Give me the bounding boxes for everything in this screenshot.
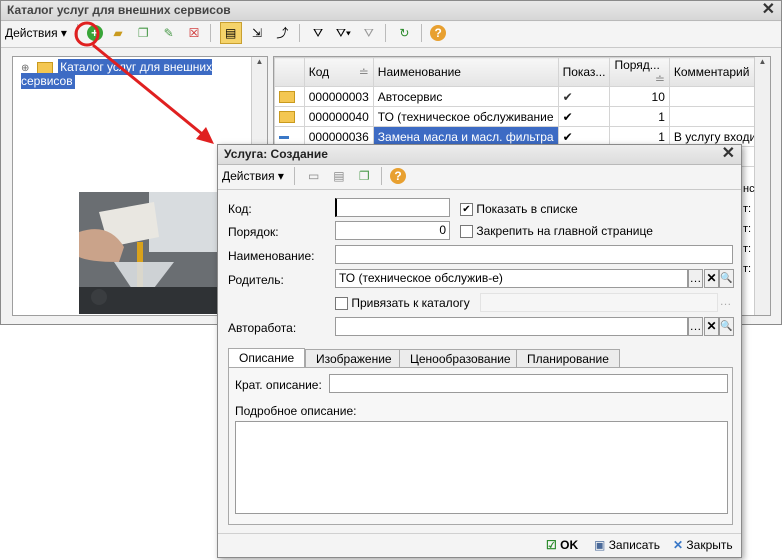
checkbox-checked-icon: ✔ [460, 203, 473, 217]
save-close-icon[interactable]: ▭ [304, 166, 324, 186]
ok-icon: ☑ [546, 538, 557, 552]
tab-pricing[interactable]: Ценообразование [399, 349, 522, 368]
tab-description[interactable]: Описание [228, 348, 306, 368]
save-icon[interactable]: ▤ [329, 166, 349, 186]
save-button[interactable]: ▣ Записать [594, 538, 660, 552]
code-field[interactable] [335, 198, 450, 217]
ok-button[interactable]: ☑ OK [546, 538, 578, 552]
close-button[interactable]: ✕ Закрыть [673, 538, 733, 552]
help-icon[interactable]: ? [390, 168, 406, 184]
tab-strip: Описание Изображение Ценообразование Пла… [228, 348, 733, 368]
save-icon: ▣ [594, 538, 606, 552]
catalog-select-button: … [719, 294, 732, 308]
dialog-title: Услуга: Создание [224, 147, 328, 161]
full-desc-field[interactable] [235, 421, 728, 514]
order-field[interactable]: 0 [335, 221, 450, 240]
clear-icon[interactable]: ✕ [704, 317, 719, 336]
code-label: Код: [228, 202, 252, 216]
search-icon[interactable]: 🔍 [719, 317, 734, 336]
clear-icon[interactable]: ✕ [704, 269, 719, 288]
autowork-field[interactable] [335, 317, 688, 336]
close-icon[interactable]: ✕ [722, 145, 735, 163]
select-button[interactable]: … [688, 317, 703, 336]
search-icon[interactable]: 🔍 [719, 269, 734, 288]
pin-main-checkbox[interactable]: Закрепить на главной странице [460, 224, 653, 239]
close-icon: ✕ [673, 538, 684, 552]
catalog-field [480, 293, 718, 312]
parent-field[interactable]: ТО (техническое обслужив-е) [335, 269, 688, 288]
full-desc-label: Подробное описание: [235, 404, 357, 418]
parent-label: Родитель: [228, 273, 284, 287]
order-label: Порядок: [228, 225, 279, 239]
bind-catalog-checkbox[interactable]: Привязать к каталогу [335, 296, 470, 311]
dialog-titlebar: Услуга: Создание ✕ [218, 145, 741, 165]
copy-icon[interactable]: ❐ [354, 166, 374, 186]
checkbox-empty-icon [460, 225, 473, 239]
autowork-label: Авторабота: [228, 321, 297, 335]
tab-planning[interactable]: Планирование [516, 349, 620, 368]
actions-menu[interactable]: Действия ▾ [218, 166, 288, 186]
select-button[interactable]: … [688, 269, 703, 288]
dialog-footer: ☑ OK ▣ Записать ✕ Закрыть [218, 533, 741, 557]
service-dialog: Услуга: Создание ✕ Действия ▾ ▭ ▤ ❐ ? Ко… [217, 144, 742, 558]
checkbox-empty-icon [335, 297, 348, 311]
tab-content: Крат. описание: Подробное описание: [228, 367, 733, 525]
short-desc-field[interactable] [329, 374, 728, 393]
tab-image[interactable]: Изображение [305, 349, 403, 368]
short-desc-label: Крат. описание: [235, 378, 322, 392]
name-field[interactable] [335, 245, 733, 264]
show-in-list-checkbox[interactable]: ✔ Показать в списке [460, 202, 578, 217]
dialog-toolbar: Действия ▾ ▭ ▤ ❐ ? [218, 166, 741, 190]
name-label: Наименование: [228, 249, 315, 263]
